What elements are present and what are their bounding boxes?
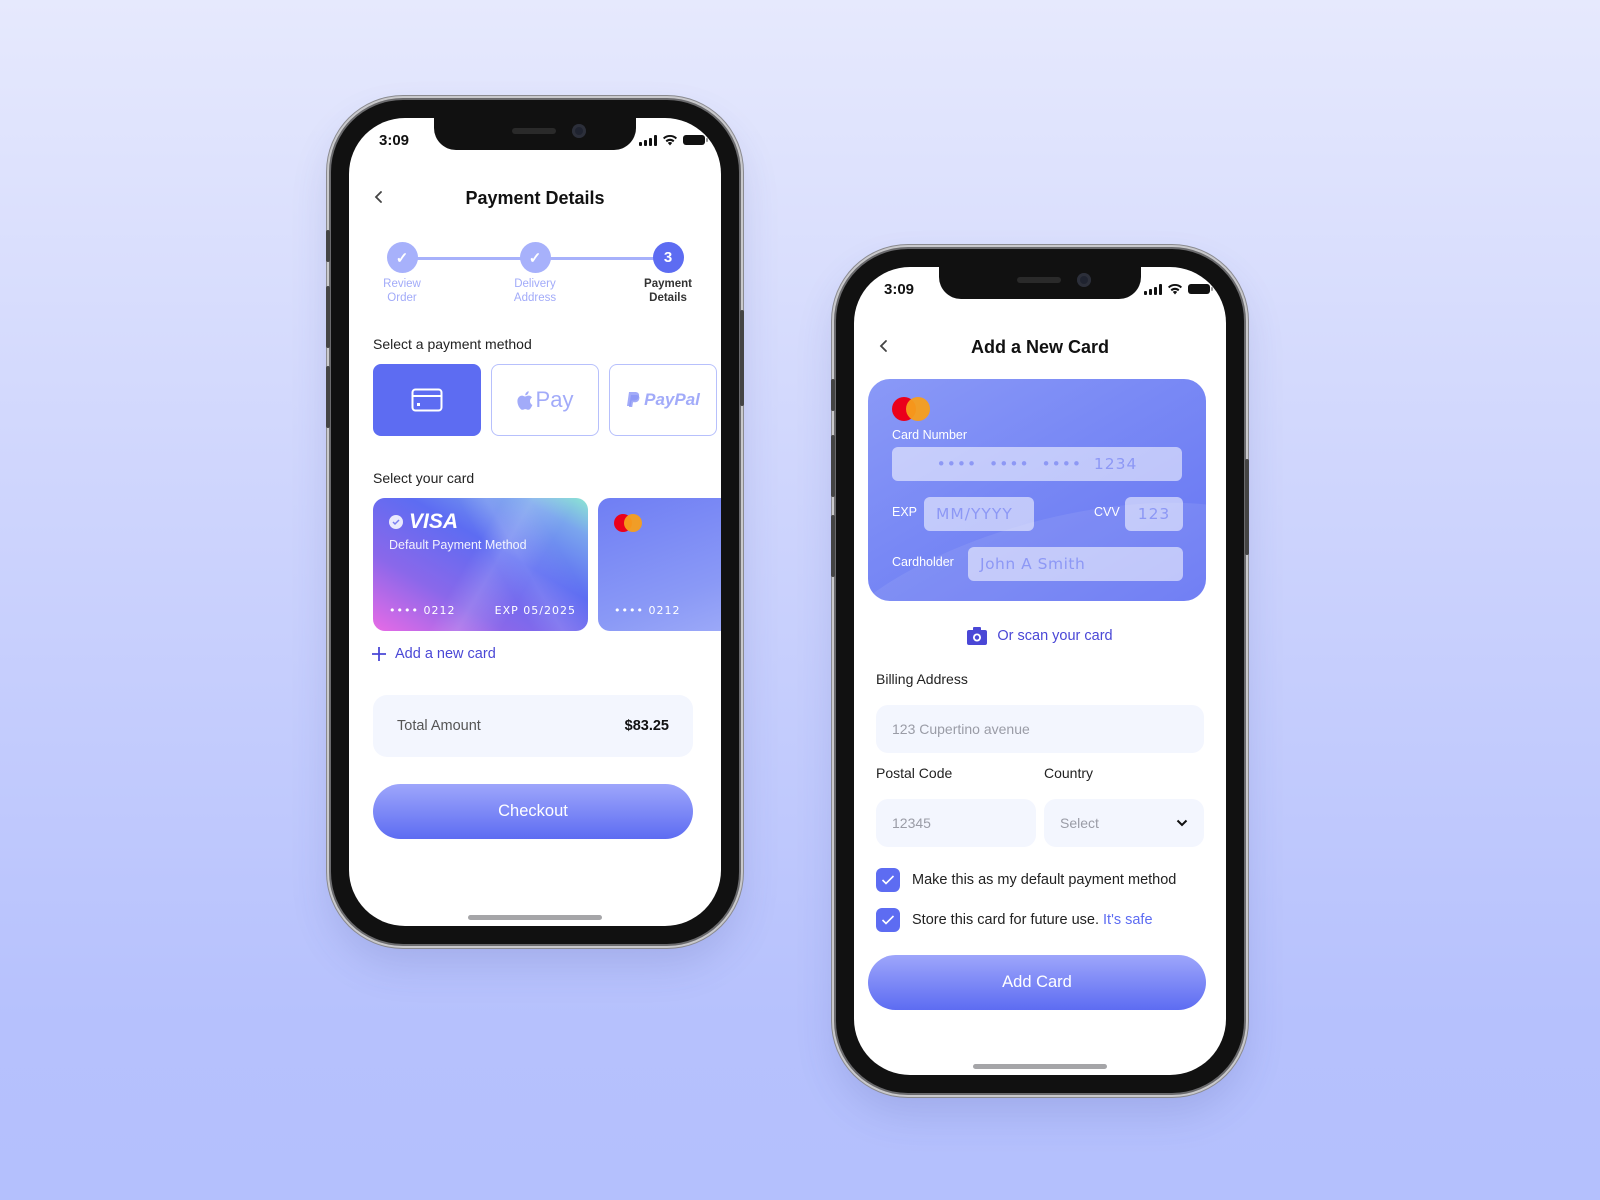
wifi-icon: [1168, 283, 1182, 295]
phone-add-new-card: 3:09 Add a New Card Card Number •••• •••…: [831, 249, 1249, 1093]
header: Add a New Card: [854, 327, 1226, 367]
mastercard-logo-icon: [614, 514, 642, 532]
notch: [434, 118, 636, 150]
store-card-checkbox-row: Store this card for future use. It's saf…: [876, 908, 1153, 932]
chevron-down-icon: [1176, 819, 1188, 827]
check-icon: ✓: [519, 242, 551, 273]
total-amount-panel: Total Amount $83.25: [373, 695, 693, 757]
wifi-icon: [663, 134, 677, 146]
status-time: 3:09: [379, 132, 410, 149]
mastercard-logo-icon: [892, 397, 930, 421]
saved-card-mastercard[interactable]: •••• 0212: [598, 498, 721, 631]
country-select[interactable]: Select: [1044, 799, 1204, 847]
check-icon: [881, 915, 895, 925]
home-indicator: [468, 915, 602, 920]
cvv-label: CVV: [1094, 505, 1120, 519]
battery-icon: [1188, 284, 1213, 294]
step-payment-details[interactable]: 3 Payment Details: [628, 242, 708, 305]
saved-cards: VISA Default Payment Method •••• 0212 EX…: [373, 498, 721, 631]
scan-card-link[interactable]: Or scan your card: [854, 627, 1226, 645]
side-button: [1245, 459, 1249, 555]
method-paypal-button[interactable]: PayPal: [609, 364, 717, 436]
select-card-heading: Select your card: [373, 470, 475, 486]
saved-card-visa[interactable]: VISA Default Payment Method •••• 0212 EX…: [373, 498, 588, 631]
postal-code-label: Postal Code: [876, 765, 953, 781]
notch: [939, 267, 1141, 299]
country-select-value: Select: [1060, 815, 1099, 831]
phone-payment-details: 3:09 Payment Details ✓ Review Order ✓ Del…: [326, 100, 744, 944]
new-card-form: Card Number •••• •••• •••• 1234 EXP MM/Y…: [868, 379, 1206, 601]
step-delivery-address[interactable]: ✓ Delivery Address: [495, 242, 575, 305]
status-time: 3:09: [884, 281, 915, 298]
progress-stepper: ✓ Review Order ✓ Delivery Address 3 Paymen…: [373, 242, 703, 312]
country-label: Country: [1044, 765, 1094, 781]
total-label: Total Amount: [397, 718, 481, 734]
total-value: $83.25: [624, 718, 669, 734]
page-title: Payment Details: [465, 188, 605, 208]
side-button: [831, 379, 835, 411]
default-method-checkbox-row: Make this as my default payment method: [876, 868, 1176, 892]
signal-icon: [1144, 283, 1162, 295]
its-safe-link[interactable]: It's safe: [1103, 912, 1153, 928]
cvv-input[interactable]: 123: [1125, 497, 1183, 531]
payment-method-heading: Select a payment method: [373, 336, 532, 352]
card-expiry: EXP 05/2025: [494, 604, 576, 617]
paypal-icon: [627, 391, 640, 407]
side-button: [831, 515, 835, 577]
default-method-checkbox[interactable]: [876, 868, 900, 892]
step-label: Payment Details: [644, 278, 692, 304]
checkout-button[interactable]: Checkout: [373, 784, 693, 839]
header: Payment Details: [349, 178, 721, 218]
page-title: Add a New Card: [970, 337, 1110, 357]
check-icon: ✓: [386, 242, 418, 273]
status-icons: [1144, 283, 1213, 295]
cardholder-input[interactable]: John A Smith: [968, 547, 1183, 581]
card-number: •••• 0212: [389, 604, 456, 617]
postal-code-input[interactable]: 12345: [876, 799, 1036, 847]
camera-icon: [967, 627, 988, 645]
store-card-checkbox[interactable]: [876, 908, 900, 932]
step-label: Review Order: [383, 278, 421, 304]
exp-label: EXP: [892, 505, 918, 519]
home-indicator: [973, 1064, 1107, 1069]
credit-card-icon: [411, 388, 443, 412]
screen: 3:09 Payment Details ✓ Review Order ✓ Del…: [349, 118, 721, 926]
side-button: [831, 435, 835, 497]
screen: 3:09 Add a New Card Card Number •••• •••…: [854, 267, 1226, 1075]
checkbox-label: Store this card for future use. It's saf…: [912, 912, 1153, 928]
side-button: [326, 366, 330, 428]
card-number-input[interactable]: •••• •••• •••• 1234: [892, 447, 1182, 481]
add-card-button[interactable]: Add Card: [868, 955, 1206, 1010]
payment-methods: Pay PayPal: [373, 364, 717, 436]
signal-icon: [639, 134, 657, 146]
check-circle-icon: [389, 515, 403, 529]
checkbox-label: Make this as my default payment method: [912, 872, 1177, 888]
battery-icon: [683, 135, 708, 145]
card-default-label: Default Payment Method: [389, 538, 527, 552]
add-new-card-link[interactable]: Add a new card: [371, 646, 496, 662]
check-icon: [881, 875, 895, 885]
side-button: [740, 310, 744, 406]
step-review-order[interactable]: ✓ Review Order: [362, 242, 442, 305]
side-button: [326, 286, 330, 348]
apple-icon: [516, 390, 532, 410]
card-brand: VISA: [389, 510, 458, 534]
exp-input[interactable]: MM/YYYY: [924, 497, 1034, 531]
card-number-label: Card Number: [892, 428, 968, 442]
billing-address-label: Billing Address: [876, 671, 968, 687]
step-number: 3: [652, 242, 684, 273]
plus-icon: [372, 647, 386, 661]
cardholder-label: Cardholder: [892, 555, 954, 569]
card-number: •••• 0212: [614, 604, 681, 617]
visa-logo: VISA: [409, 510, 459, 533]
side-button: [326, 230, 330, 262]
step-label: Delivery Address: [513, 278, 557, 304]
billing-address-input[interactable]: 123 Cupertino avenue: [876, 705, 1204, 753]
method-apple-pay-button[interactable]: Pay: [491, 364, 599, 436]
method-card-button[interactable]: [373, 364, 481, 436]
status-icons: [639, 134, 708, 146]
